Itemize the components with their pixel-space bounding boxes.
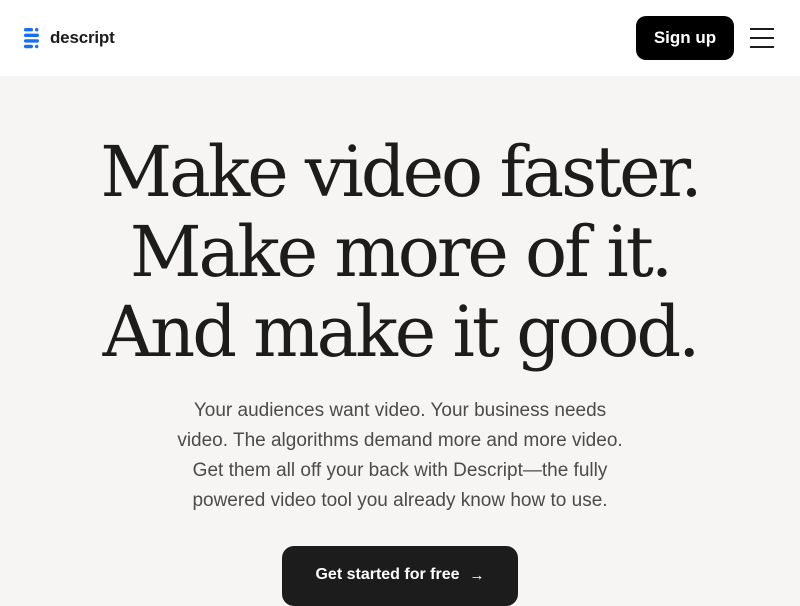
hamburger-menu-icon[interactable]: [750, 27, 776, 49]
headline-line: And make it good.: [102, 291, 701, 373]
headline-line: Make more of it.: [129, 211, 673, 293]
menu-bar: [750, 28, 774, 30]
get-started-button[interactable]: Get started for free →: [282, 546, 518, 606]
subcopy-line: Get them all off your back with Descript…: [192, 460, 608, 481]
hero-subcopy: Your audiences want video. Your business…: [150, 396, 650, 516]
subcopy-line: video. The algorithms demand more and mo…: [177, 430, 623, 451]
hero-headline: Make video faster. Make more of it. And …: [0, 132, 800, 372]
brand-name: descript: [50, 28, 115, 47]
site-header: descript Sign up: [0, 0, 800, 76]
menu-bar: [750, 46, 774, 48]
subcopy-line: powered video tool you already know how …: [192, 490, 608, 511]
header-actions: Sign up: [636, 16, 776, 60]
hero-section: Make video faster. Make more of it. And …: [0, 76, 800, 606]
menu-bar: [750, 37, 774, 39]
subcopy-line: Your audiences want video. Your business…: [193, 400, 607, 421]
signup-button[interactable]: Sign up: [636, 16, 734, 60]
descript-logo-icon: [24, 27, 44, 49]
brand-logo-link[interactable]: descript: [24, 27, 115, 49]
arrow-right-icon: →: [469, 567, 485, 584]
cta-label: Get started for free: [315, 566, 460, 583]
headline-line: Make video faster.: [100, 131, 702, 213]
